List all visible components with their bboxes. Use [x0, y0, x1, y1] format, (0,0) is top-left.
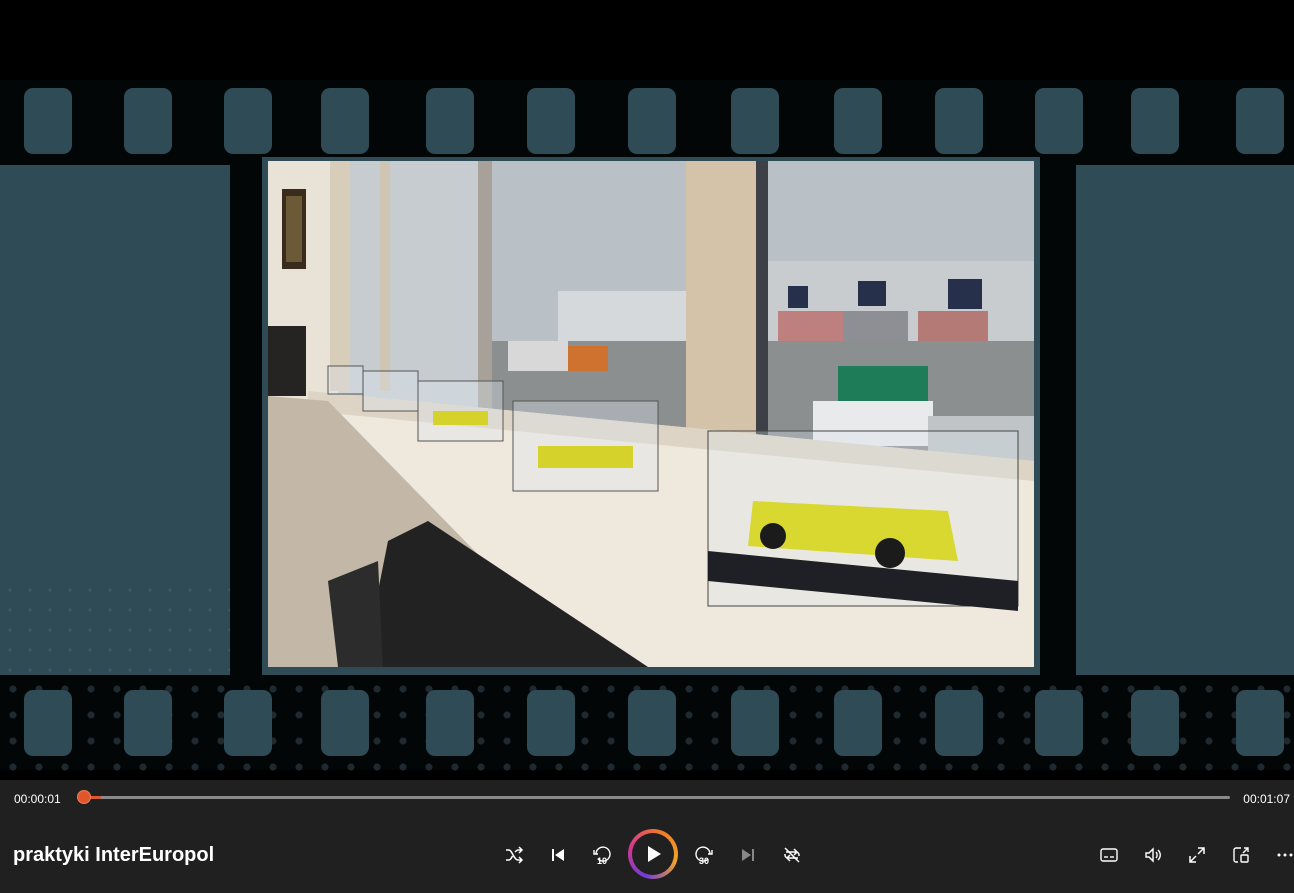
- sprocket-hole: [731, 88, 779, 154]
- sprocket-hole: [224, 88, 272, 154]
- captions-button[interactable]: [1094, 840, 1124, 870]
- sprocket-hole: [1035, 88, 1083, 154]
- shuffle-icon: [506, 846, 524, 864]
- forward-30-button[interactable]: 30: [689, 840, 719, 870]
- sprocket-hole: [628, 690, 676, 756]
- sprocket-hole: [24, 88, 72, 154]
- captions-icon: [1100, 848, 1118, 862]
- volume-icon: [1145, 847, 1161, 863]
- video-frame-photo: [268, 161, 1034, 667]
- sprocket-hole: [426, 88, 474, 154]
- sprocket-hole: [24, 690, 72, 756]
- play-icon: [648, 846, 661, 862]
- sprocket-hole: [1236, 690, 1284, 756]
- more-icon: [1277, 853, 1293, 857]
- video-stage[interactable]: [0, 0, 1294, 780]
- volume-button[interactable]: [1138, 840, 1168, 870]
- previous-icon: [552, 849, 564, 861]
- rewind-10-button[interactable]: 10: [587, 840, 617, 870]
- sprocket-hole: [527, 690, 575, 756]
- repeat-button[interactable]: [777, 840, 807, 870]
- dot-pattern: [0, 580, 230, 675]
- sprocket-hole: [935, 88, 983, 154]
- office-window-scene: [268, 161, 1034, 667]
- sprocket-hole: [321, 690, 369, 756]
- forward-seconds-label: 30: [698, 856, 709, 866]
- play-button-inner: [632, 833, 674, 875]
- sprocket-hole: [628, 88, 676, 154]
- sprocket-hole: [527, 88, 575, 154]
- sprocket-hole: [1236, 88, 1284, 154]
- sprocket-hole: [426, 690, 474, 756]
- video-title: praktyki InterEuropol: [13, 844, 215, 866]
- miniplayer-button[interactable]: [1226, 840, 1256, 870]
- next-icon: [742, 849, 754, 861]
- sprocket-hole: [935, 690, 983, 756]
- miniplayer-icon: [1233, 847, 1249, 863]
- shuffle-button[interactable]: [499, 840, 529, 870]
- play-button[interactable]: [628, 829, 678, 879]
- next-button[interactable]: [733, 840, 763, 870]
- sprocket-hole: [834, 690, 882, 756]
- sprocket-hole: [1035, 690, 1083, 756]
- previous-button[interactable]: [543, 840, 573, 870]
- sprocket-hole: [731, 690, 779, 756]
- repeat-icon: [784, 847, 800, 863]
- fullscreen-button[interactable]: [1182, 840, 1212, 870]
- sprocket-hole: [124, 690, 172, 756]
- sprocket-hole: [224, 690, 272, 756]
- sprocket-hole: [1131, 88, 1179, 154]
- current-time: 00:00:01: [14, 792, 61, 806]
- sprocket-hole: [124, 88, 172, 154]
- media-control-bar: 00:00:01 00:01:07 praktyki InterEuropol …: [0, 780, 1294, 893]
- sprocket-hole: [834, 88, 882, 154]
- right-film-panel: [1076, 165, 1294, 675]
- sprocket-hole: [321, 88, 369, 154]
- seek-thumb[interactable]: [77, 790, 91, 804]
- duration-time: 00:01:07: [1243, 792, 1290, 806]
- fullscreen-icon: [1189, 847, 1205, 863]
- seek-bar[interactable]: [84, 796, 1230, 799]
- rewind-seconds-label: 10: [596, 856, 607, 866]
- more-options-button[interactable]: [1270, 840, 1294, 870]
- sprocket-hole: [1131, 690, 1179, 756]
